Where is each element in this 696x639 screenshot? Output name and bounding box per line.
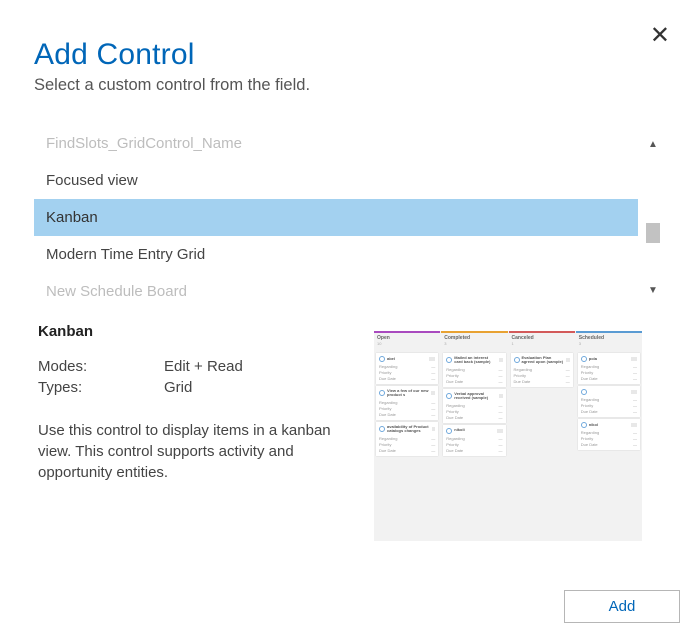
preview-column: Canceled1Evaluation Plan agreed upon (sa… [509,331,575,541]
preview-card: Verbal approval received (sample)Regardi… [443,389,505,423]
control-preview-image: Open10abelRegarding—Priority—Due Date—Vi… [374,331,642,541]
scroll-down-icon[interactable]: ▼ [644,281,662,299]
preview-card: Mailed an interest card back (sample)Reg… [443,353,505,387]
dialog-subtitle: Select a custom control from the field. [34,76,662,95]
control-list-item[interactable]: New Schedule Board [34,273,638,305]
scroll-up-icon[interactable]: ▲ [644,135,662,153]
types-label: Types: [38,379,164,396]
dialog-header: Add Control Select a custom control from… [0,0,696,105]
modes-label: Modes: [38,358,164,375]
preview-column: Scheduled3polaRegarding—Priority—Due Dat… [576,331,642,541]
control-list-item[interactable]: Kanban [34,199,638,236]
preview-card: Evaluation Plan agreed upon (sample)Rega… [511,353,573,387]
preview-card: nikoliRegarding—Priority—Due Date— [443,425,505,456]
control-list-scrollbar[interactable]: ▲ ▼ [644,135,662,299]
dialog-footer: Add [564,590,680,623]
types-value: Grid [164,379,192,396]
preview-card: nikolRegarding—Priority—Due Date— [578,419,640,450]
add-button[interactable]: Add [564,590,680,623]
close-icon[interactable]: ✕ [650,24,670,48]
control-details: Kanban Modes: Edit + Read Types: Grid Us… [34,323,662,541]
details-title: Kanban [38,323,354,340]
scroll-thumb[interactable] [646,223,660,243]
preview-card: availability of Product catalogs changes… [376,422,438,456]
preview-card: Regarding—Priority—Due Date— [578,386,640,417]
dialog-title: Add Control [34,38,662,72]
preview-card: polaRegarding—Priority—Due Date— [578,353,640,384]
preview-column: Open10abelRegarding—Priority—Due Date—Vi… [374,331,440,541]
preview-card: abelRegarding—Priority—Due Date— [376,353,438,384]
modes-value: Edit + Read [164,358,243,375]
control-list-item[interactable]: Modern Time Entry Grid [34,236,638,273]
control-list-item[interactable]: Focused view [34,162,638,199]
details-description: Use this control to display items in a k… [38,420,354,483]
control-list: FindSlots_GridControl_NameFocused viewKa… [34,135,638,305]
control-list-item[interactable]: FindSlots_GridControl_Name [34,135,638,162]
preview-card: View a few of our new product sRegarding… [376,386,438,420]
preview-column: Completed3Mailed an interest card back (… [441,331,507,541]
control-list-region: FindSlots_GridControl_NameFocused viewKa… [34,135,662,305]
